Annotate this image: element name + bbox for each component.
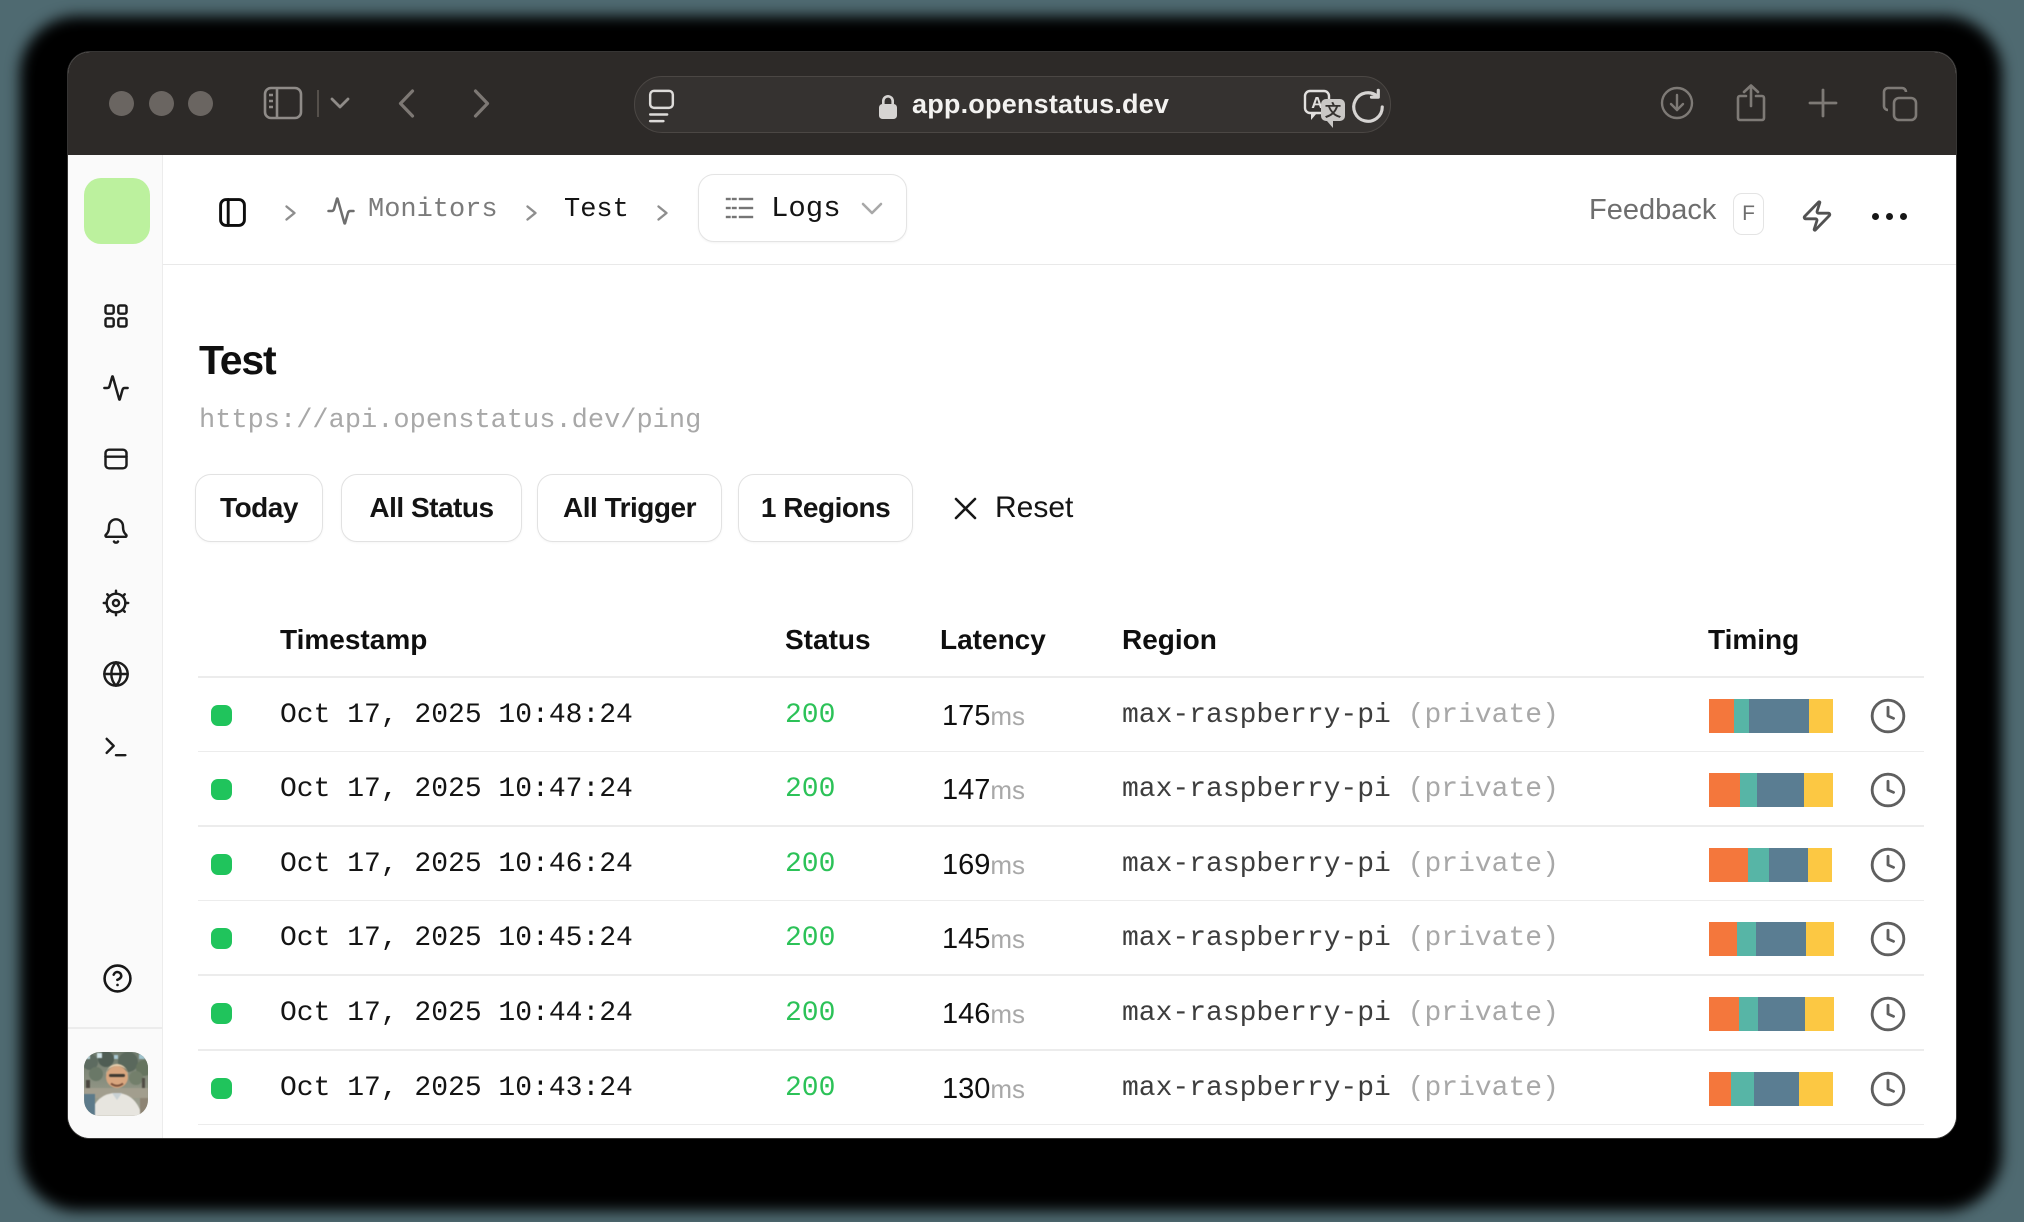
svg-text:文: 文	[1325, 101, 1342, 120]
